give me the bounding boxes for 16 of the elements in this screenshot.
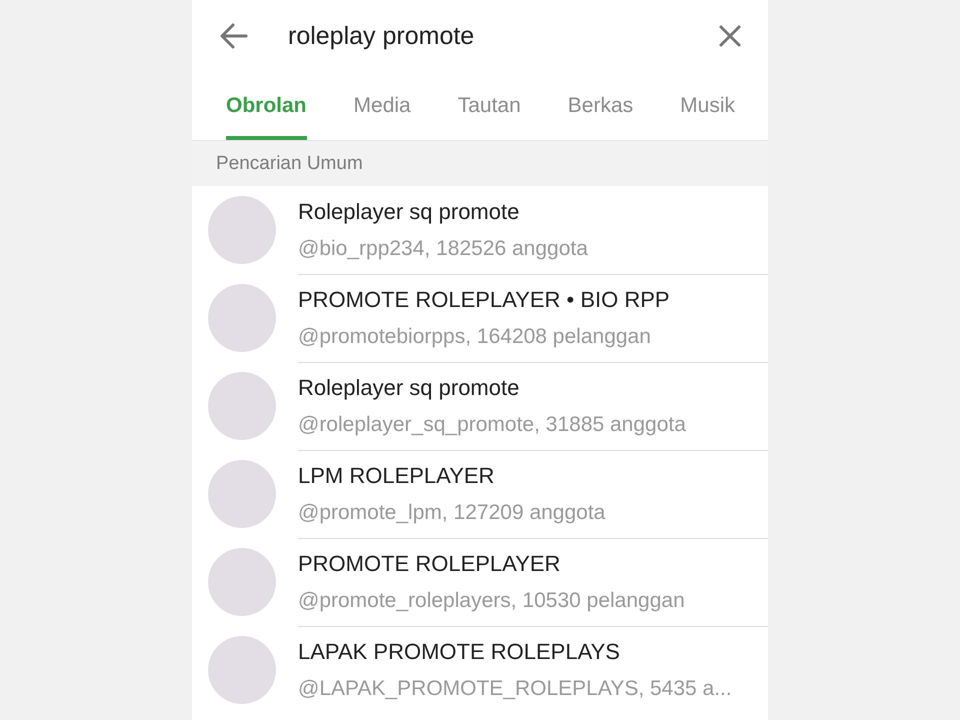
chat-subtitle: @promote_lpm, 127209 anggota <box>298 500 606 524</box>
search-field[interactable]: roleplay promote <box>288 22 712 50</box>
chat-subtitle: @roleplayer_sq_promote, 31885 anggota <box>298 412 687 436</box>
chat-subtitle: @promotebiorpps, 164208 pelanggan <box>298 324 652 348</box>
section-header: Pencarian Umum <box>192 141 768 186</box>
chat-title[interactable]: PROMOTE ROLEPLAYER <box>298 550 768 576</box>
chat-subtitle: @bio_rpp234, 182526 anggota <box>298 236 589 260</box>
chat-title[interactable]: LPM ROLEPLAYER <box>298 462 768 488</box>
chat-title[interactable]: LAPAK PROMOTE ROLEPLAYS <box>298 638 768 664</box>
back-arrow-icon <box>220 23 248 49</box>
close-icon <box>719 25 741 47</box>
chat-subtitle: @LAPAK_PROMOTE_ROLEPLAYS, 5435 a... <box>298 676 733 700</box>
chat-subtitle: @promote_roleplayers, 10530 pelanggan <box>298 588 686 612</box>
chat-title[interactable]: Roleplayer sq promote <box>298 198 768 224</box>
chat-title[interactable]: Roleplayer sq promote <box>298 374 768 400</box>
chat-title[interactable]: PROMOTE ROLEPLAYER • BIO RPP <box>298 286 768 312</box>
